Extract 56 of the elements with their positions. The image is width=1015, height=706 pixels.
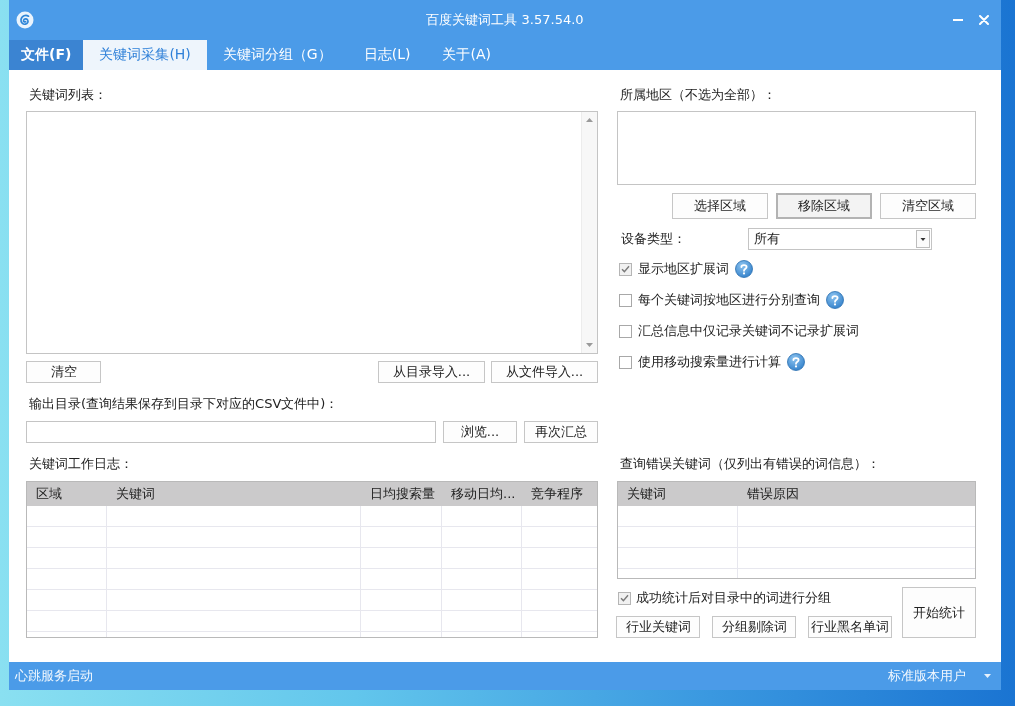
output-directory-field[interactable] [26, 421, 436, 443]
checkbox[interactable] [619, 324, 632, 338]
column-header[interactable]: 区域 [27, 482, 107, 506]
status-text: 心跳服务启动 [15, 667, 93, 685]
clear-button[interactable]: 清空 [26, 361, 101, 383]
scrollbar[interactable] [581, 112, 597, 353]
region-button[interactable]: 选择区域 [672, 193, 768, 219]
menu-item[interactable]: 文件(F) [9, 40, 84, 70]
browse-button[interactable]: 浏览... [443, 421, 517, 443]
help-icon[interactable] [826, 291, 844, 309]
region-button[interactable]: 移除区域 [776, 193, 872, 219]
field-label: 设备类型： [620, 230, 687, 248]
checkmark-icon [620, 594, 629, 602]
checkbox[interactable] [619, 262, 632, 276]
word-list-button[interactable]: 分组剔除词 [712, 616, 796, 638]
minimize-icon [953, 19, 963, 21]
user-edition-text: 标准版本用户 [888, 667, 966, 685]
field-label: 查询错误关键词（仅列出有错误的词信息）： [619, 455, 880, 473]
region-list-field[interactable] [617, 111, 976, 185]
import-button[interactable]: 从文件导入... [491, 361, 598, 383]
caret-icon[interactable] [984, 674, 991, 678]
option-label[interactable]: 汇总信息中仅记录关键词不记录扩展词 [638, 322, 859, 340]
field-label: 输出目录(查询结果保存到目录下对应的CSV文件中)： [28, 395, 339, 413]
checkmark-icon [621, 265, 630, 273]
start-button[interactable]: 开始统计 [902, 587, 976, 638]
option-label[interactable]: 成功统计后对目录中的词进行分组 [636, 589, 831, 607]
close-icon [979, 15, 989, 25]
field-label: 关键词列表： [28, 86, 107, 104]
option-label[interactable]: 显示地区扩展词 [638, 260, 729, 278]
column-header[interactable]: 移动日均... [442, 482, 522, 506]
device-type-dropdown[interactable]: 所有 [748, 228, 932, 250]
column-header[interactable]: 日均搜索量 [361, 482, 442, 506]
word-list-button[interactable]: 行业黑名单词 [808, 616, 892, 638]
column-header[interactable]: 错误原因 [738, 482, 975, 506]
column-header[interactable]: 关键词 [107, 482, 361, 506]
import-button[interactable]: 从目录导入... [378, 361, 485, 383]
scroll-down-arrow-icon[interactable] [586, 343, 593, 347]
window-title: 百度关键词工具 3.57.54.0 [426, 11, 584, 29]
help-icon[interactable] [787, 353, 805, 371]
help-icon[interactable] [735, 260, 753, 278]
scroll-up-arrow-icon[interactable] [586, 118, 593, 122]
option-label[interactable]: 使用移动搜索量进行计算 [638, 353, 781, 371]
column-header[interactable]: 竞争程序 [522, 482, 597, 506]
word-list-button[interactable]: 行业关键词 [616, 616, 700, 638]
checkbox[interactable] [618, 591, 631, 605]
resummarize-button[interactable]: 再次汇总 [524, 421, 598, 443]
checkbox[interactable] [619, 355, 632, 369]
field-label: 关键词工作日志： [28, 455, 133, 473]
field-label: 所属地区（不选为全部）： [619, 86, 776, 104]
tab[interactable]: 关键词采集(H) [83, 40, 207, 70]
region-button[interactable]: 清空区域 [880, 193, 976, 219]
app-logo-icon [16, 11, 34, 29]
column-header[interactable]: 关键词 [618, 482, 738, 506]
checkbox[interactable] [619, 293, 632, 307]
keyword-list-field[interactable] [26, 111, 598, 354]
option-label[interactable]: 每个关键词按地区进行分别查询 [638, 291, 820, 309]
